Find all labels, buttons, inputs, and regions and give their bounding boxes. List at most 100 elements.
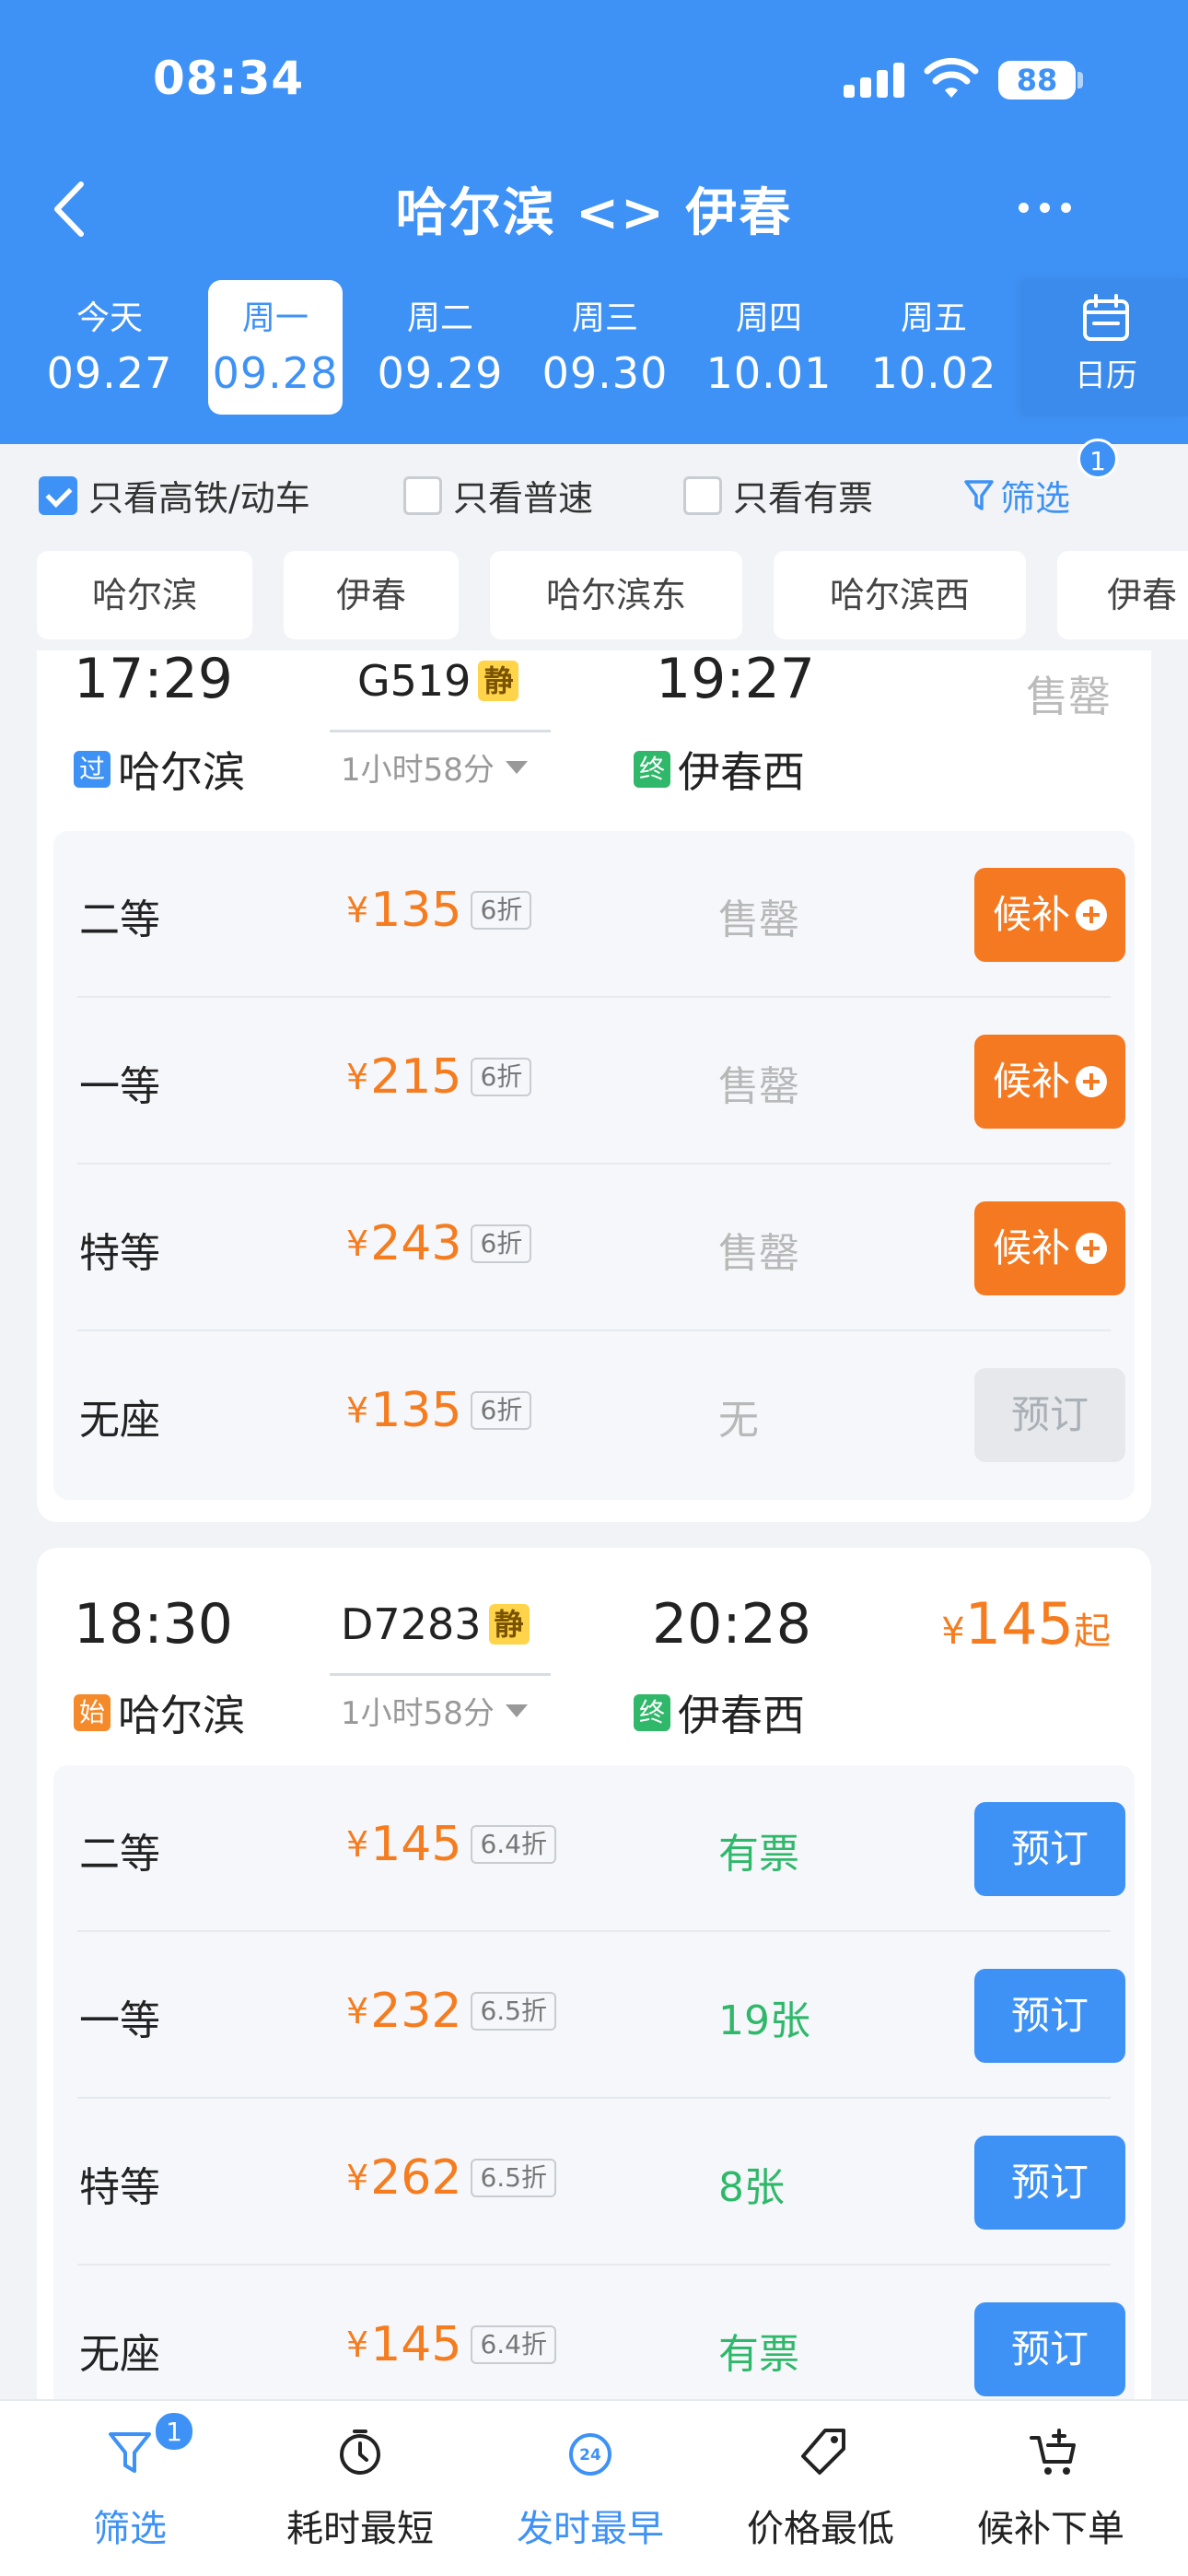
origin-tag: 始: [74, 1694, 111, 1731]
waitlist-button[interactable]: 候补: [974, 868, 1125, 962]
train-card[interactable]: 18:30 D7283 静 20:28 ¥145起 1小时58分 始 哈尔滨 终…: [37, 1548, 1151, 2432]
date-weekday: 周三: [571, 299, 638, 337]
station-chip[interactable]: 哈尔滨: [37, 551, 252, 639]
calendar-label: 日历: [1075, 357, 1137, 394]
station-chips: 哈尔滨 伊春 哈尔滨东 哈尔滨西 伊春: [0, 547, 1188, 641]
nav-shortest-duration[interactable]: 耗时最短: [245, 2401, 475, 2576]
train-card[interactable]: 17:29 G519 静 19:27 售罄 1小时58分 过 哈尔滨 终 伊春西…: [37, 647, 1151, 1522]
battery-icon: 88: [998, 61, 1076, 100]
station-chip[interactable]: 伊春: [1057, 551, 1188, 639]
currency-symbol: ¥: [941, 1610, 965, 1653]
seat-row: 无座 ¥135 6折 无 预订: [53, 1331, 1135, 1498]
departure-station-name: 哈尔滨: [118, 1691, 245, 1740]
seat-class: 一等: [79, 1997, 160, 2044]
seat-class: 二等: [79, 1831, 160, 1878]
normal-speed-only-checkbox[interactable]: 只看普速: [403, 470, 593, 521]
seat-availability: 售罄: [718, 1063, 799, 1110]
available-only-checkbox[interactable]: 只看有票: [683, 470, 873, 521]
seat-list: 二等 ¥135 6折 售罄 候补 一等 ¥215 6折 售罄 候补 特等 ¥243 6…: [53, 831, 1135, 1500]
date-tab[interactable]: 周二 09.29: [373, 280, 507, 398]
price-value: 232: [370, 1984, 462, 2039]
duration-toggle[interactable]: 1小时58分: [341, 1688, 528, 1733]
station-chip[interactable]: 哈尔滨东: [490, 551, 742, 639]
price-value: 215: [370, 1049, 462, 1105]
checkbox-unchecked-icon: [683, 475, 722, 515]
waitlist-button[interactable]: 候补: [974, 1201, 1125, 1295]
arrival-station-name: 伊春西: [678, 1691, 805, 1740]
quiet-carriage-badge: 静: [478, 661, 519, 701]
seat-row: 特等 ¥243 6折 售罄 候补: [53, 1165, 1135, 1331]
nav-waitlist-order[interactable]: 候补下单: [936, 2401, 1166, 2576]
waitlist-button[interactable]: 候补: [974, 1035, 1125, 1129]
price-suffix: 起: [1074, 1610, 1111, 1653]
calendar-button[interactable]: 日历: [1024, 278, 1188, 416]
checkbox-checked-icon: [39, 475, 77, 515]
station-chip[interactable]: 伊春: [284, 551, 459, 639]
currency-symbol: ¥: [346, 1991, 369, 2032]
checkbox-label: 只看有票: [733, 478, 874, 519]
book-button[interactable]: 预订: [974, 2136, 1125, 2230]
date-tab[interactable]: 周五 10.02: [867, 280, 1001, 398]
departure-time: 18:30: [74, 1592, 233, 1657]
filter-count-badge: 1: [1077, 439, 1118, 479]
date-weekday: 周二: [406, 299, 473, 337]
seat-row: 特等 ¥262 6.5折 8张 预订: [53, 2099, 1135, 2266]
pass-through-tag: 过: [74, 751, 111, 788]
seat-availability: 19张: [718, 1997, 810, 2044]
train-code: G519 静: [357, 656, 519, 706]
seat-price: ¥135 6折: [346, 1383, 532, 1438]
duration-text: 1小时58分: [341, 752, 495, 789]
date-value: 09.30: [542, 348, 669, 398]
date-tab-selected[interactable]: 周一 09.28: [208, 280, 343, 415]
clock-icon: [340, 2430, 380, 2475]
nav-label: 发时最早: [517, 2508, 664, 2550]
seat-price: ¥215 6折: [346, 1049, 532, 1105]
book-button[interactable]: 预订: [974, 2302, 1125, 2396]
dropdown-triangle-icon: [505, 760, 528, 774]
filter-button[interactable]: 筛选: [963, 470, 1070, 521]
seat-availability: 有票: [718, 1831, 799, 1878]
cellular-signal-icon: [844, 63, 904, 98]
seat-class: 一等: [79, 1063, 160, 1110]
calendar-icon: [1083, 294, 1129, 341]
book-button[interactable]: 预订: [974, 1802, 1125, 1896]
currency-symbol: ¥: [346, 1390, 369, 1431]
currency-symbol: ¥: [346, 2324, 369, 2365]
date-tab[interactable]: 周四 10.01: [702, 280, 836, 398]
departure-station: 过 哈尔滨: [74, 739, 245, 800]
high-speed-only-checkbox[interactable]: 只看高铁/动车: [39, 470, 310, 521]
departure-station: 始 哈尔滨: [74, 1682, 245, 1743]
nav-lowest-price[interactable]: 价格最低: [705, 2401, 936, 2576]
seat-availability: 有票: [718, 2331, 799, 2378]
date-tab-today[interactable]: 今天 09.27: [42, 280, 177, 398]
seat-row: 二等 ¥135 6折 售罄 候补: [53, 831, 1135, 998]
duration-toggle[interactable]: 1小时58分: [341, 744, 528, 790]
cart-add-icon: [1030, 2429, 1076, 2475]
date-value: 09.29: [377, 348, 504, 398]
duration-divider: [330, 730, 551, 732]
station-chip[interactable]: 哈尔滨西: [774, 551, 1026, 639]
duration-text: 1小时58分: [341, 1695, 495, 1732]
discount-badge: 6折: [471, 1224, 532, 1263]
nav-earliest-departure[interactable]: 24 发时最早: [475, 2401, 705, 2576]
train-number: G519: [357, 656, 472, 706]
plus-circle-icon: [1076, 899, 1107, 931]
seat-row: 一等 ¥232 6.5折 19张 预订: [53, 1932, 1135, 2099]
train-code: D7283 静: [341, 1599, 530, 1649]
price-value: 145: [370, 2317, 462, 2372]
nav-label: 筛选: [93, 2508, 167, 2550]
seat-availability: 售罄: [718, 1230, 799, 1277]
quiet-carriage-badge: 静: [488, 1604, 530, 1645]
arrival-time: 19:27: [656, 647, 815, 711]
date-weekday: 周五: [900, 299, 967, 337]
arrival-station-name: 伊春西: [678, 747, 805, 797]
more-options-icon[interactable]: [1013, 184, 1077, 231]
filter-bar: 只看高铁/动车 只看普速 只看有票 筛选 1: [0, 439, 1188, 536]
24h-clock-icon: 24: [569, 2433, 611, 2476]
date-tab[interactable]: 周三 09.30: [538, 280, 672, 398]
book-button[interactable]: 预订: [974, 1969, 1125, 2063]
nav-filter[interactable]: 1 筛选: [15, 2401, 245, 2576]
date-value: 10.01: [705, 348, 833, 398]
book-button-disabled: 预订: [974, 1368, 1125, 1462]
seat-list: 二等 ¥145 6.4折 有票 预订 一等 ¥232 6.5折 19张 预订 特等 …: [53, 1765, 1135, 2432]
